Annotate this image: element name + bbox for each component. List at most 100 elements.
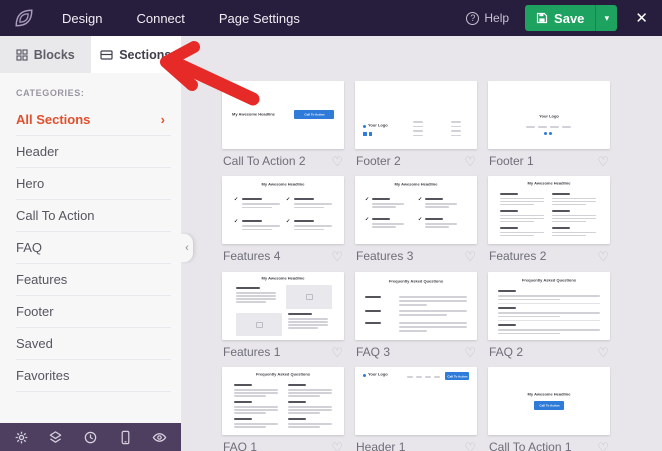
save-dropdown-button[interactable]: ▾ [595,5,617,31]
category-label: FAQ [16,240,42,255]
template-title: Footer 2 [356,154,401,168]
sidebar-item-faq[interactable]: FAQ [16,232,171,264]
template-card-faq-2[interactable]: Frequently Asked Questions FAQ 2 ♡ [488,272,610,359]
favorite-heart-icon[interactable]: ♡ [464,441,476,451]
tab-sections[interactable]: Sections [91,36,182,73]
close-button[interactable]: ✕ [633,9,650,27]
chevron-down-icon: ▾ [605,13,610,24]
help-button[interactable]: ? Help [466,11,509,25]
category-label: Call To Action [16,208,95,223]
template-title: Features 4 [223,249,280,263]
blocks-icon [16,49,28,61]
nav-connect[interactable]: Connect [136,11,184,26]
seedprod-logo-icon [12,6,36,30]
question-icon: ? [466,12,479,25]
nav-page-settings[interactable]: Page Settings [219,11,300,26]
sidebar-item-features[interactable]: Features [16,264,171,296]
category-label: All Sections [16,112,90,127]
favorite-heart-icon[interactable]: ♡ [331,250,343,263]
template-card-features-3[interactable]: My Awesome Headline ✓ ✓ ✓ ✓ Features 3 ♡ [355,176,477,263]
favorite-heart-icon[interactable]: ♡ [597,441,609,451]
template-title: FAQ 1 [223,440,257,451]
thumb-social-icon [363,132,367,136]
template-card-footer-1[interactable]: Your Logo Footer 1 ♡ [488,81,610,168]
bottom-toolbar [0,423,181,451]
thumb-social-icon [549,132,552,135]
favorite-heart-icon[interactable]: ♡ [464,155,476,168]
template-title: Header 1 [356,440,405,451]
thumb-headline: My Awesome Headline [386,182,447,187]
template-title: Call To Action 1 [489,440,572,451]
preview-eye-icon[interactable] [152,429,168,445]
nav-design[interactable]: Design [62,11,102,26]
thumb-faq-title: Frequently Asked Questions [386,279,447,284]
thumb-social-icon [544,132,547,135]
thumb-faq-title: Frequently Asked Questions [519,278,580,283]
template-thumbnail: My Awesome Headline [222,272,344,340]
favorite-heart-icon[interactable]: ♡ [597,346,609,359]
sidebar-item-hero[interactable]: Hero [16,168,171,200]
template-title: Call To Action 2 [223,154,306,168]
template-card-features-1[interactable]: My Awesome Headline Features 1 ♡ [222,272,344,359]
template-card-features-2[interactable]: My Awesome Headline Features 2 [488,176,610,263]
category-label: Saved [16,336,53,351]
favorite-heart-icon[interactable]: ♡ [597,155,609,168]
categories-heading: CATEGORIES: [0,73,181,104]
help-label: Help [484,11,509,25]
template-title: Features 2 [489,249,546,263]
template-thumbnail: Your Logo [355,81,477,149]
thumb-image-placeholder [286,285,332,309]
sidebar-item-call-to-action[interactable]: Call To Action [16,200,171,232]
template-card-features-4[interactable]: My Awesome Headline ✓ ✓ ✓ ✓ Features 4 ♡ [222,176,344,263]
thumb-cta-button: Call To Action [445,372,469,380]
sidebar-item-favorites[interactable]: Favorites [16,360,171,392]
thumb-logo-text: Your Logo [368,123,388,128]
template-card-faq-1[interactable]: Frequently Asked Questions FAQ [222,367,344,451]
favorite-heart-icon[interactable]: ♡ [331,346,343,359]
template-card-call-to-action-2[interactable]: My Awesome Headline Call To Action Call … [222,81,344,168]
thumb-image-placeholder [236,313,282,336]
template-thumbnail: Frequently Asked Questions [222,367,344,435]
thumb-logo-mark [363,125,366,128]
save-button[interactable]: Save [525,5,595,31]
sidebar-item-footer[interactable]: Footer [16,296,171,328]
tab-sections-label: Sections [119,48,171,62]
thumb-headline: My Awesome Headline [253,276,314,281]
category-label: Hero [16,176,44,191]
template-thumbnail: Frequently Asked Questions [488,272,610,340]
tab-blocks-label: Blocks [34,48,75,62]
tab-blocks[interactable]: Blocks [0,36,91,73]
sidebar-item-header[interactable]: Header [16,136,171,168]
settings-gear-icon[interactable] [13,429,29,445]
thumb-headline: My Awesome Headline [232,112,275,117]
sidebar-item-all-sections[interactable]: All Sections › [16,104,171,136]
mobile-preview-icon[interactable] [117,429,133,445]
favorite-heart-icon[interactable]: ♡ [331,441,343,451]
favorite-heart-icon[interactable]: ♡ [597,250,609,263]
thumb-logo-mark [363,374,366,377]
template-card-header-1[interactable]: Your Logo Call To Action Header 1 ♡ [355,367,477,451]
template-thumbnail: My Awesome Headline ✓ ✓ ✓ ✓ [222,176,344,244]
thumb-headline: My Awesome Headline [253,182,314,187]
favorite-heart-icon[interactable]: ♡ [464,346,476,359]
top-nav: Design Connect Page Settings [62,11,300,26]
thumb-faq-title: Frequently Asked Questions [253,372,314,377]
chevron-left-icon: ‹ [185,242,189,254]
thumb-headline: My Awesome Headline [519,181,580,186]
template-title: FAQ 3 [356,345,390,359]
sidebar-item-saved[interactable]: Saved [16,328,171,360]
chevron-right-icon: › [161,112,165,127]
template-card-faq-3[interactable]: Frequently Asked Questions FAQ 3 ♡ [355,272,477,359]
section-template-grid: My Awesome Headline Call To Action Call … [181,36,662,451]
favorite-heart-icon[interactable]: ♡ [331,155,343,168]
layers-icon[interactable] [48,429,64,445]
template-thumbnail: My Awesome Headline Call To Action [488,367,610,435]
template-card-footer-2[interactable]: Your Logo Footer 2 ♡ [355,81,477,168]
sidebar-collapse-handle[interactable]: ‹ [181,234,193,262]
save-button-group: Save ▾ [525,5,617,31]
favorite-heart-icon[interactable]: ♡ [464,250,476,263]
revision-history-icon[interactable] [82,429,98,445]
thumb-social-icon [369,132,373,136]
template-card-call-to-action-1[interactable]: My Awesome Headline Call To Action Call … [488,367,610,451]
template-thumbnail: My Awesome Headline ✓ ✓ ✓ ✓ [355,176,477,244]
